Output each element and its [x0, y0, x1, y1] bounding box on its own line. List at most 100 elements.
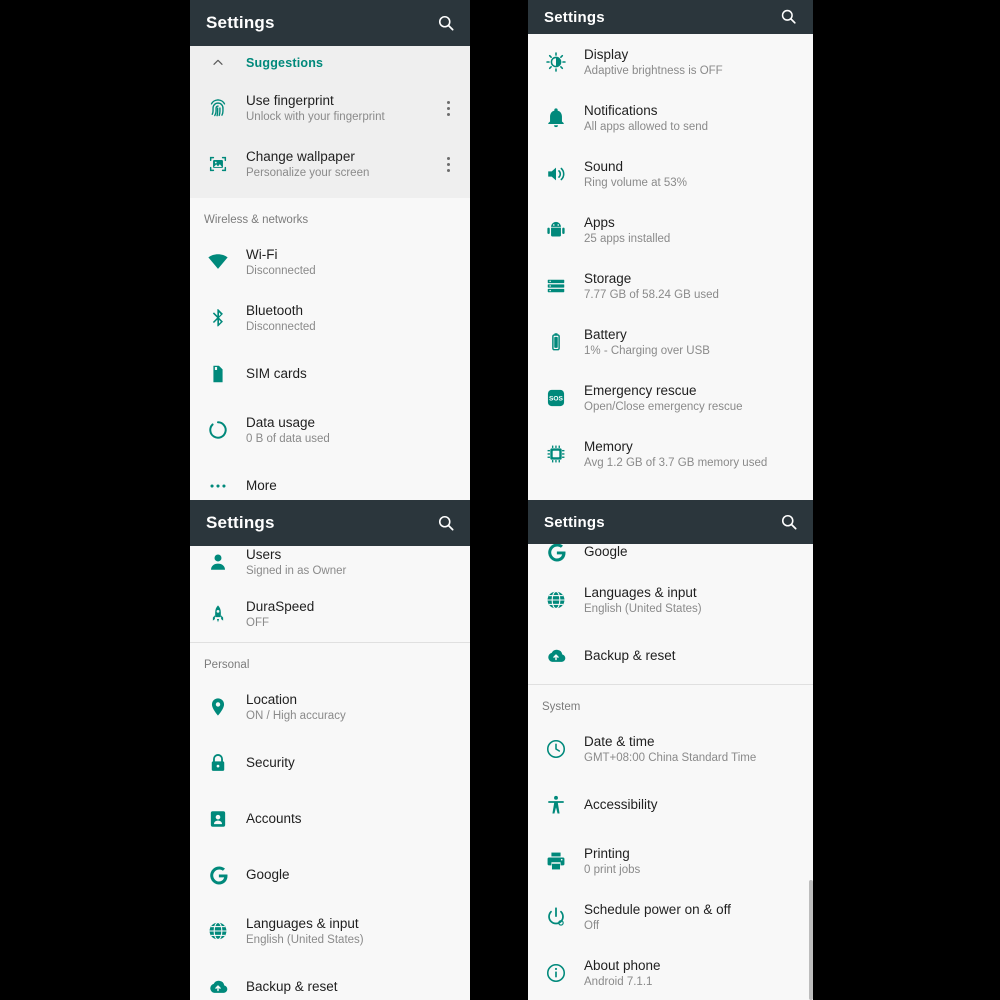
- settings-list[interactable]: Suggestions Use fingerprint Unlock with …: [190, 46, 470, 500]
- row-text: Users Signed in as Owner: [246, 546, 456, 579]
- row-title: Data usage: [246, 414, 316, 430]
- google-g-icon: [190, 864, 246, 887]
- row-subtitle: Open/Close emergency rescue: [584, 400, 743, 413]
- row-subtitle: 7.77 GB of 58.24 GB used: [584, 288, 719, 301]
- settings-row-sound[interactable]: Sound Ring volume at 53%: [528, 146, 813, 202]
- search-icon[interactable]: [779, 7, 799, 27]
- storage-icon: [528, 275, 584, 297]
- settings-row-users-clipped[interactable]: Users: [528, 482, 813, 500]
- suggestion-row-fingerprint[interactable]: Use fingerprint Unlock with your fingerp…: [190, 80, 470, 136]
- settings-row-printing[interactable]: Printing 0 print jobs: [528, 833, 813, 889]
- backup-cloud-icon: [190, 976, 246, 998]
- row-title: Backup & reset: [584, 648, 676, 663]
- row-title: Battery: [584, 326, 627, 342]
- page-title: Settings: [206, 513, 275, 532]
- overflow-menu-icon[interactable]: [440, 100, 456, 116]
- page-title: Settings: [544, 513, 605, 531]
- suggestion-text: Change wallpaper Personalize your screen: [246, 148, 440, 181]
- page-title: Settings: [206, 13, 275, 32]
- suggestions-block: Suggestions Use fingerprint Unlock with …: [190, 46, 470, 198]
- overflow-menu-icon[interactable]: [440, 156, 456, 172]
- display-brightness-icon: [528, 51, 584, 73]
- chevron-up-icon[interactable]: [190, 55, 246, 71]
- row-title: Bluetooth: [246, 302, 304, 318]
- vertical-scrollbar[interactable]: [809, 880, 813, 1000]
- settings-row-google[interactable]: Google: [190, 847, 470, 903]
- row-title: Languages & input: [584, 584, 697, 600]
- settings-row-notifications[interactable]: Notifications All apps allowed to send: [528, 90, 813, 146]
- screenshot-stage: Settings Suggestions Use fingerprint Unl…: [0, 0, 1000, 1000]
- sim-card-icon: [190, 363, 246, 385]
- backup-cloud-icon: [528, 645, 584, 667]
- row-text: More: [246, 477, 456, 495]
- settings-row-more[interactable]: More: [190, 458, 470, 500]
- row-text: Accessibility: [584, 796, 799, 814]
- search-icon[interactable]: [436, 513, 456, 533]
- settings-row-accessibility[interactable]: Accessibility: [528, 777, 813, 833]
- suggestions-header[interactable]: Suggestions: [190, 46, 470, 80]
- row-subtitle: Ring volume at 53%: [584, 176, 687, 189]
- settings-list[interactable]: Display Adaptive brightness is OFF Notif…: [528, 34, 813, 500]
- settings-row-location[interactable]: Location ON / High accuracy: [190, 679, 470, 735]
- settings-row-data-usage[interactable]: Data usage 0 B of data used: [190, 402, 470, 458]
- apps-android-icon: [528, 219, 584, 241]
- row-text: Memory Avg 1.2 GB of 3.7 GB memory used: [584, 438, 799, 471]
- row-text: Bluetooth Disconnected: [246, 302, 456, 335]
- svg-text:SOS: SOS: [549, 395, 564, 402]
- settings-row-security[interactable]: Security: [190, 735, 470, 791]
- row-subtitle: 0 print jobs: [584, 863, 641, 876]
- settings-row-apps[interactable]: Apps 25 apps installed: [528, 202, 813, 258]
- suggestion-title: Change wallpaper: [246, 148, 355, 164]
- settings-row-battery[interactable]: Battery 1% - Charging over USB: [528, 314, 813, 370]
- search-icon[interactable]: [779, 512, 799, 532]
- settings-row-storage[interactable]: Storage 7.77 GB of 58.24 GB used: [528, 258, 813, 314]
- settings-row-memory[interactable]: Memory Avg 1.2 GB of 3.7 GB memory used: [528, 426, 813, 482]
- battery-icon: [528, 331, 584, 353]
- settings-row-date-time[interactable]: Date & time GMT+08:00 China Standard Tim…: [528, 721, 813, 777]
- settings-row-display[interactable]: Display Adaptive brightness is OFF: [528, 34, 813, 90]
- row-subtitle: Disconnected: [246, 264, 316, 277]
- row-text: Security: [246, 754, 456, 772]
- row-title: Google: [246, 867, 290, 882]
- duraspeed-rocket-icon: [190, 603, 246, 625]
- settings-row-backup-reset[interactable]: Backup & reset: [528, 628, 813, 684]
- row-subtitle: 0 B of data used: [246, 432, 330, 445]
- settings-row-duraspeed[interactable]: DuraSpeed OFF: [190, 586, 470, 642]
- notifications-bell-icon: [528, 107, 584, 129]
- settings-row-schedule-power[interactable]: Schedule power on & off Off: [528, 889, 813, 945]
- suggestion-row-wallpaper[interactable]: Change wallpaper Personalize your screen: [190, 136, 470, 192]
- settings-list[interactable]: Google Languages & input English (United…: [528, 532, 813, 988]
- sos-icon: SOS: [528, 387, 584, 409]
- settings-row-languages-input[interactable]: Languages & input English (United States…: [190, 903, 470, 959]
- row-text: Emergency rescue Open/Close emergency re…: [584, 382, 799, 415]
- section-header: Personal: [204, 659, 250, 671]
- row-text: Google: [584, 543, 799, 561]
- search-icon[interactable]: [436, 13, 456, 33]
- row-text: Display Adaptive brightness is OFF: [584, 46, 799, 79]
- row-subtitle: English (United States): [246, 933, 364, 946]
- app-bar: Settings: [190, 0, 470, 46]
- row-title: Storage: [584, 270, 632, 286]
- settings-row-bluetooth[interactable]: Bluetooth Disconnected: [190, 290, 470, 346]
- row-subtitle: Adaptive brightness is OFF: [584, 64, 723, 77]
- row-text: Date & time GMT+08:00 China Standard Tim…: [584, 733, 799, 766]
- wallpaper-icon: [190, 153, 246, 175]
- row-text: Backup & reset: [584, 647, 799, 665]
- app-bar: Settings: [528, 0, 813, 34]
- settings-row-sim-cards[interactable]: SIM cards: [190, 346, 470, 402]
- row-text: DuraSpeed OFF: [246, 598, 456, 631]
- settings-row-wifi[interactable]: Wi-Fi Disconnected: [190, 234, 470, 290]
- row-text: Printing 0 print jobs: [584, 845, 799, 878]
- settings-row-accounts[interactable]: Accounts: [190, 791, 470, 847]
- accessibility-icon: [528, 794, 584, 816]
- settings-panel-3: Settings Users Signed in as Owner DuraSp…: [190, 500, 470, 1000]
- fingerprint-icon: [190, 97, 246, 119]
- settings-list[interactable]: Users Signed in as Owner DuraSpeed OFF P…: [190, 538, 470, 994]
- settings-row-about-phone[interactable]: About phone Android 7.1.1: [528, 945, 813, 1000]
- row-text: Sound Ring volume at 53%: [584, 158, 799, 191]
- page-title: Settings: [544, 8, 605, 26]
- settings-row-emergency-rescue[interactable]: SOS Emergency rescue Open/Close emergenc…: [528, 370, 813, 426]
- settings-row-backup-reset[interactable]: Backup & reset: [190, 959, 470, 1000]
- row-subtitle: All apps allowed to send: [584, 120, 709, 133]
- settings-row-languages-input[interactable]: Languages & input English (United States…: [528, 572, 813, 628]
